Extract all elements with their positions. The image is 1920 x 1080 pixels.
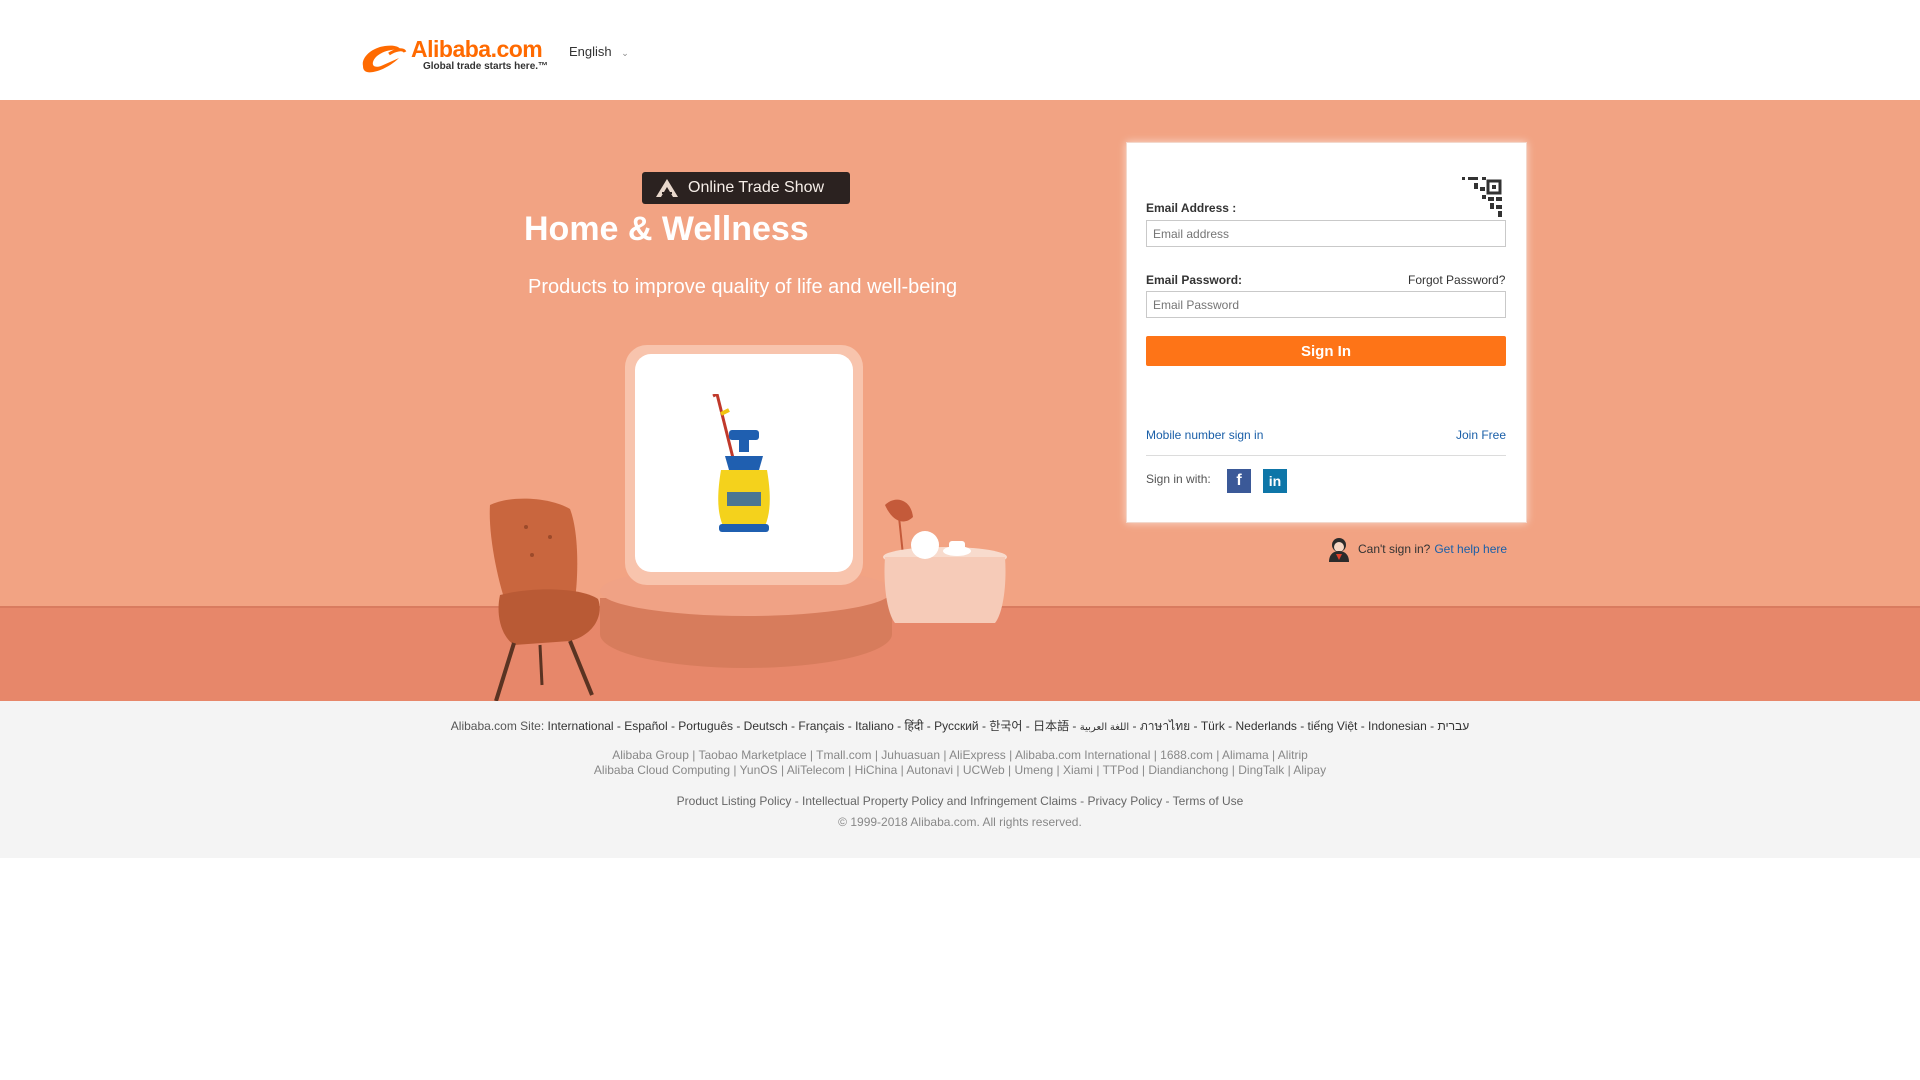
ip-policy-link[interactable]: Intellectual Property Policy and Infring… xyxy=(802,794,1077,808)
sign-in-with-label: Sign in with: xyxy=(1146,472,1211,486)
group-link[interactable]: Alimama xyxy=(1222,748,1269,762)
site-label: Alibaba.com Site: xyxy=(450,719,545,733)
password-field[interactable] xyxy=(1146,291,1506,318)
hero-subtitle: Products to improve quality of life and … xyxy=(528,276,958,298)
help-text: Can't sign in? xyxy=(1358,542,1431,556)
site-link-korean[interactable]: 한국어 xyxy=(989,719,1022,733)
get-help-link[interactable]: Get help here xyxy=(1434,542,1507,556)
linkedin-icon[interactable]: in xyxy=(1263,469,1287,493)
site-link-arabic[interactable]: اللغة العربية xyxy=(1080,722,1129,733)
email-label: Email Address : xyxy=(1146,201,1237,215)
trade-show-icon xyxy=(654,177,680,199)
group-link[interactable]: TTPod xyxy=(1103,763,1139,777)
site-link-turkish[interactable]: Türk xyxy=(1201,719,1225,733)
site-link-japanese[interactable]: 日本語 xyxy=(1033,719,1069,733)
group-link[interactable]: Autonavi xyxy=(906,763,953,777)
site-link-dutch[interactable]: Nederlands xyxy=(1236,719,1297,733)
site-link-hebrew[interactable]: עברית xyxy=(1437,719,1469,733)
badge-label: Online Trade Show xyxy=(688,179,825,196)
group-link[interactable]: AliExpress xyxy=(949,748,1006,762)
site-link-portuguese[interactable]: Português xyxy=(678,719,733,733)
site-link-french[interactable]: Français xyxy=(798,719,844,733)
group-link[interactable]: YunOS xyxy=(740,763,778,777)
group-link[interactable]: Tmall.com xyxy=(816,748,871,762)
pressure-sprayer-image xyxy=(712,394,770,532)
logo-wordmark: Alibaba.com xyxy=(411,36,543,62)
site-link-thai[interactable]: ภาษาไทย xyxy=(1140,719,1190,733)
language-label: English xyxy=(569,44,612,59)
privacy-policy-link[interactable]: Privacy Policy xyxy=(1088,794,1163,808)
group-link[interactable]: Umeng xyxy=(1014,763,1053,777)
password-label: Email Password: xyxy=(1146,273,1243,287)
copyright: © 1999-2018 Alibaba.com. All rights rese… xyxy=(838,815,1082,829)
group-link[interactable]: Alipay xyxy=(1293,763,1326,777)
group-link[interactable]: Taobao Marketplace xyxy=(698,748,806,762)
online-trade-show-badge[interactable]: Online Trade Show xyxy=(642,172,850,204)
armchair-illustration xyxy=(489,498,600,701)
sign-in-button[interactable]: Sign In xyxy=(1146,336,1506,366)
language-selector[interactable]: English ⌄ xyxy=(569,44,629,59)
hero-banner[interactable]: Online Trade Show Home & Wellness Produc… xyxy=(0,100,1920,701)
mobile-sign-in-link[interactable]: Mobile number sign in xyxy=(1146,428,1263,442)
email-field[interactable] xyxy=(1146,220,1506,247)
group-link[interactable]: UCWeb xyxy=(963,763,1005,777)
table-illustration xyxy=(883,499,1007,623)
group-link[interactable]: Diandianchong xyxy=(1148,763,1228,777)
alibaba-logo-mark xyxy=(362,45,407,73)
qr-code-icon[interactable] xyxy=(1460,175,1504,219)
group-link[interactable]: Alibaba Group xyxy=(612,748,689,762)
group-links-row-1: Alibaba Group | Taobao Marketplace | Tma… xyxy=(612,748,1308,762)
group-link[interactable]: Alibaba.com International xyxy=(1015,748,1150,762)
site-link-international[interactable]: International xyxy=(548,719,614,733)
site-link-german[interactable]: Deutsch xyxy=(744,719,788,733)
facebook-icon[interactable]: f xyxy=(1227,469,1251,493)
logo-tagline: Global trade starts here.™ xyxy=(423,61,549,72)
header: Alibaba.com Global trade starts here.™ E… xyxy=(0,0,1920,100)
group-link[interactable]: Juhuasuan xyxy=(881,748,940,762)
site-link-italian[interactable]: Italiano xyxy=(855,719,894,733)
group-link[interactable]: 1688.com xyxy=(1160,748,1213,762)
group-link[interactable]: AliTelecom xyxy=(787,763,845,777)
chevron-down-icon: ⌄ xyxy=(621,48,629,58)
card-divider xyxy=(1146,455,1506,456)
alibaba-logo[interactable]: Alibaba.com Global trade starts here.™ xyxy=(359,36,551,76)
site-link-indonesian[interactable]: Indonesian xyxy=(1368,719,1427,733)
site-link-spanish[interactable]: Español xyxy=(624,719,667,733)
help-row: Can't sign in? Get help here xyxy=(1326,536,1507,562)
hero-title: Home & Wellness xyxy=(524,210,809,248)
site-link-vietnamese[interactable]: tiếng Việt xyxy=(1308,719,1358,733)
site-link-hindi[interactable]: हिंदी xyxy=(904,719,923,733)
terms-of-use-link[interactable]: Terms of Use xyxy=(1173,794,1244,808)
site-language-list: Alibaba.com Site: International - Españo… xyxy=(450,719,1470,733)
group-link[interactable]: Xiami xyxy=(1063,763,1093,777)
group-link[interactable]: DingTalk xyxy=(1238,763,1284,777)
help-support-icon xyxy=(1329,538,1349,562)
group-links-row-2: Alibaba Cloud Computing | YunOS | AliTel… xyxy=(593,763,1327,777)
policy-links: Product Listing Policy - Intellectual Pr… xyxy=(676,794,1244,808)
product-listing-policy-link[interactable]: Product Listing Policy xyxy=(677,794,792,808)
product-card[interactable] xyxy=(635,354,853,572)
forgot-password-link[interactable]: Forgot Password? xyxy=(1408,273,1505,287)
footer: Alibaba.com Site: International - Españo… xyxy=(0,701,1920,858)
group-link[interactable]: Alibaba Cloud Computing xyxy=(594,763,730,777)
group-link[interactable]: HiChina xyxy=(855,763,898,777)
group-link[interactable]: Alitrip xyxy=(1278,748,1308,762)
site-link-russian[interactable]: Русский xyxy=(934,719,979,733)
join-free-link[interactable]: Join Free xyxy=(1456,428,1506,442)
